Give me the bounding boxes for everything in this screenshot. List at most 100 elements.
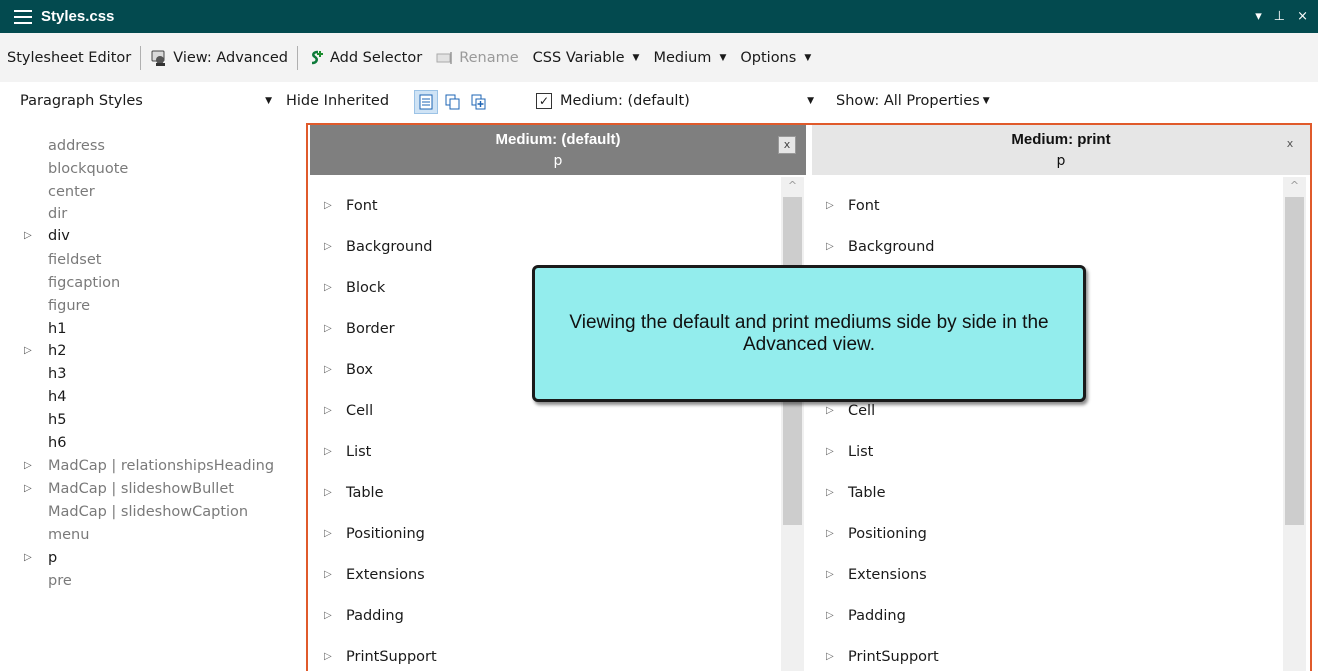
panel-selector: p bbox=[1056, 153, 1066, 169]
tree-item-label: p bbox=[48, 550, 58, 566]
expand-arrow-icon[interactable]: ▷ bbox=[826, 194, 834, 218]
property-group-label: Background bbox=[848, 239, 935, 255]
pin-icon[interactable]: ⊥ bbox=[1274, 9, 1285, 24]
tree-item-label: blockquote bbox=[48, 161, 129, 177]
show-properties-select[interactable]: Show: All Properties ▼ bbox=[836, 93, 990, 109]
scrollbar[interactable]: ^ bbox=[781, 177, 804, 671]
tree-item-label: h4 bbox=[48, 389, 67, 405]
property-group-label: Padding bbox=[346, 608, 404, 624]
side-by-side-view-icon[interactable] bbox=[442, 91, 464, 113]
tree-item-label: figure bbox=[48, 298, 91, 314]
stylesheet-editor-button[interactable]: Stylesheet Editor bbox=[0, 50, 138, 66]
tree-item-label: MadCap | slideshowBullet bbox=[48, 481, 234, 497]
callout-annotation: Viewing the default and print mediums si… bbox=[532, 265, 1086, 402]
medium-checkbox[interactable]: ✓ bbox=[536, 93, 552, 109]
property-group-label: Cell bbox=[848, 403, 876, 419]
menu-icon[interactable] bbox=[14, 9, 32, 24]
property-group-label: Background bbox=[346, 239, 433, 255]
panel-selector: p bbox=[553, 153, 563, 169]
tree-item-label: menu bbox=[48, 527, 90, 543]
expand-arrow-icon[interactable]: ▷ bbox=[324, 358, 332, 382]
tree-item-label: pre bbox=[48, 573, 72, 589]
expand-arrow-icon[interactable]: ▷ bbox=[324, 563, 332, 587]
scrollbar[interactable]: ^ bbox=[1283, 177, 1306, 671]
filter-toolbar: Paragraph Styles ▼ Hide Inherited ✓ Medi… bbox=[0, 82, 1318, 124]
close-icon[interactable]: × bbox=[1297, 9, 1308, 24]
caret-down-icon: ▼ bbox=[807, 96, 814, 106]
expand-arrow-icon[interactable]: ▷ bbox=[324, 194, 332, 218]
expand-arrow-icon[interactable]: ▷ bbox=[24, 478, 32, 500]
options-dropdown[interactable]: Options ▼ bbox=[733, 50, 818, 66]
property-group-label: Table bbox=[848, 485, 886, 501]
caret-down-icon: ▼ bbox=[804, 52, 812, 63]
tree-item-label: figcaption bbox=[48, 275, 121, 291]
hide-inherited-button[interactable]: Hide Inherited bbox=[286, 93, 389, 109]
medium-dropdown[interactable]: Medium ▼ bbox=[646, 50, 733, 66]
panel-title: Medium: (default) bbox=[495, 131, 621, 148]
expand-arrow-icon[interactable]: ▷ bbox=[826, 645, 834, 669]
window-title: Styles.css bbox=[41, 8, 115, 25]
panel-title: Medium: print bbox=[1011, 131, 1111, 148]
expand-arrow-icon[interactable]: ▷ bbox=[826, 604, 834, 628]
expand-arrow-icon[interactable]: ▷ bbox=[24, 225, 32, 247]
tree-item-label: address bbox=[48, 138, 105, 154]
toolbar-separator bbox=[296, 45, 298, 70]
expand-arrow-icon[interactable]: ▷ bbox=[324, 645, 332, 669]
tree-item-label: h2 bbox=[48, 343, 67, 359]
expand-arrow-icon[interactable]: ▷ bbox=[324, 399, 332, 423]
property-group-label: Border bbox=[346, 321, 395, 337]
property-group-label: PrintSupport bbox=[848, 649, 939, 665]
scroll-thumb[interactable] bbox=[1285, 197, 1304, 525]
dropdown-icon[interactable]: ▾ bbox=[1255, 9, 1262, 24]
tree-item-label: h1 bbox=[48, 321, 67, 337]
close-panel-button[interactable]: x bbox=[1282, 136, 1298, 152]
expand-arrow-icon[interactable]: ▷ bbox=[826, 563, 834, 587]
tree-item-label: center bbox=[48, 184, 95, 200]
tree-item-label: fieldset bbox=[48, 252, 102, 268]
property-group-label: Table bbox=[346, 485, 384, 501]
property-group-label: Positioning bbox=[346, 526, 425, 542]
close-panel-button[interactable]: x bbox=[778, 136, 796, 154]
expand-arrow-icon[interactable]: ▷ bbox=[826, 522, 834, 546]
view-mode-buttons bbox=[414, 90, 490, 114]
css-variable-dropdown[interactable]: CSS Variable ▼ bbox=[526, 50, 647, 66]
expand-arrow-icon[interactable]: ▷ bbox=[826, 481, 834, 505]
expand-arrow-icon[interactable]: ▷ bbox=[324, 235, 332, 259]
expand-arrow-icon[interactable]: ▷ bbox=[324, 481, 332, 505]
expand-arrow-icon[interactable]: ▷ bbox=[324, 440, 332, 464]
expand-arrow-icon[interactable]: ▷ bbox=[826, 235, 834, 259]
add-selector-button[interactable]: Add Selector bbox=[300, 49, 429, 67]
expand-arrow-icon[interactable]: ▷ bbox=[24, 455, 32, 477]
caret-down-icon: ▼ bbox=[632, 52, 640, 63]
property-group-label: Padding bbox=[848, 608, 906, 624]
expand-arrow-icon[interactable]: ▷ bbox=[324, 604, 332, 628]
tree-item-label: dir bbox=[48, 206, 68, 222]
add-medium-view-icon[interactable] bbox=[468, 91, 490, 113]
style-type-select[interactable]: Paragraph Styles ▼ bbox=[20, 93, 272, 109]
expand-arrow-icon[interactable]: ▷ bbox=[24, 340, 32, 362]
rename-button[interactable]: Rename bbox=[429, 49, 525, 67]
property-group-label: List bbox=[346, 444, 372, 460]
property-group-label: Extensions bbox=[848, 567, 927, 583]
medium-select[interactable]: ✓ Medium: (default) ▼ bbox=[536, 93, 814, 109]
view-advanced-button[interactable]: View: Advanced bbox=[143, 49, 295, 67]
expand-arrow-icon[interactable]: ▷ bbox=[324, 522, 332, 546]
expand-arrow-icon[interactable]: ▷ bbox=[826, 399, 834, 423]
expand-arrow-icon[interactable]: ▷ bbox=[24, 547, 32, 569]
scroll-up-icon[interactable]: ^ bbox=[781, 177, 804, 195]
expand-arrow-icon[interactable]: ▷ bbox=[324, 317, 332, 341]
property-group-label: Font bbox=[848, 198, 880, 214]
add-selector-icon bbox=[311, 50, 323, 64]
property-group-label: Positioning bbox=[848, 526, 927, 542]
tree-item-label: MadCap | slideshowCaption bbox=[48, 504, 249, 520]
tree-item-label: MadCap | relationshipsHeading bbox=[48, 458, 275, 474]
expand-arrow-icon[interactable]: ▷ bbox=[826, 440, 834, 464]
property-group-label: Block bbox=[346, 280, 386, 296]
tree-item-label: h6 bbox=[48, 435, 67, 451]
main-toolbar: Stylesheet Editor View: Advanced Add Sel… bbox=[0, 33, 1318, 83]
single-view-icon[interactable] bbox=[414, 90, 438, 114]
expand-arrow-icon[interactable]: ▷ bbox=[324, 276, 332, 300]
panel-header: Medium: (default) p x bbox=[310, 125, 806, 175]
title-bar: Styles.css ▾ ⊥ × bbox=[0, 0, 1318, 33]
scroll-up-icon[interactable]: ^ bbox=[1283, 177, 1306, 195]
